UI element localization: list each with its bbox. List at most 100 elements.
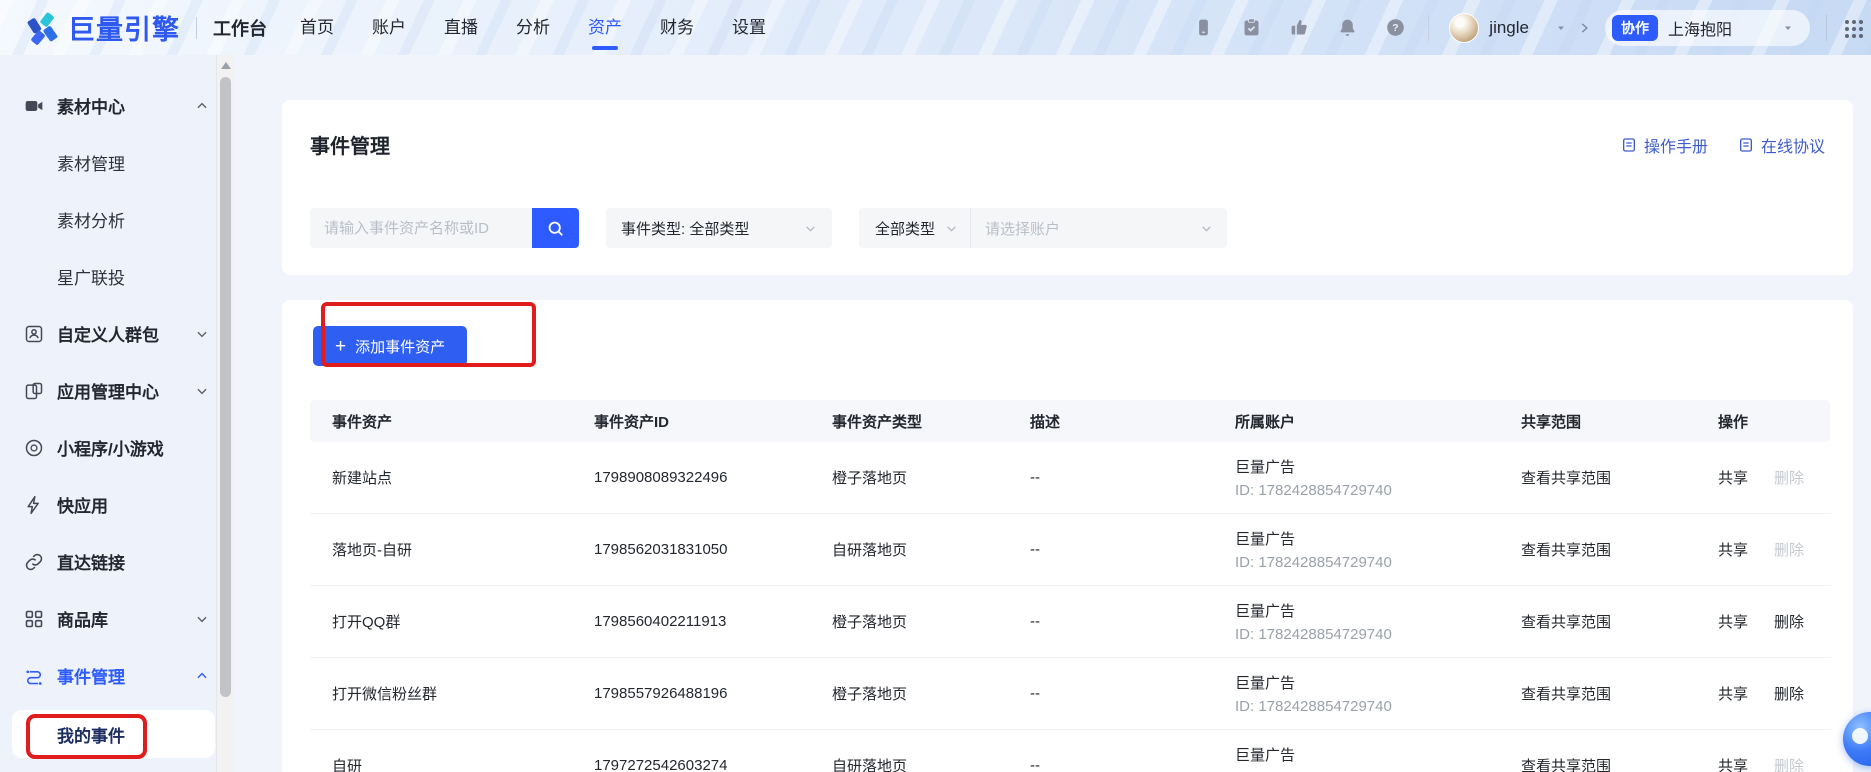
sidebar-item-custom-audience[interactable]: 自定义人群包: [0, 305, 233, 362]
sidebar-item-material-analysis[interactable]: 素材分析: [0, 191, 233, 248]
mobile-icon[interactable]: [1193, 17, 1214, 38]
table-body: 新建站点1798908089322496橙子落地页--巨量广告ID: 17824…: [310, 442, 1830, 772]
share-action[interactable]: 共享: [1718, 539, 1748, 560]
user-menu[interactable]: jingle: [1449, 13, 1567, 43]
sidebar: 素材中心 素材管理 素材分析 星广联投 自定义人群包 应用管理中心 小程序/小游…: [0, 55, 233, 772]
sidebar-item-product-library[interactable]: 商品库: [0, 590, 233, 647]
top-navbar: 巨量引擎 工作台 首页 账户 直播 分析 资产 财务 设置 ? jingle 协…: [0, 0, 1871, 55]
view-share-scope-link[interactable]: 查看共享范围: [1499, 755, 1696, 772]
table-row: 打开QQ群1798560402211913橙子落地页--巨量广告ID: 1782…: [310, 586, 1830, 658]
nav-item-settings[interactable]: 设置: [713, 0, 785, 55]
cell-event-asset-id: 1797272542603274: [572, 757, 810, 772]
col-owner-account: 所属账户: [1213, 411, 1499, 432]
search-input[interactable]: [310, 208, 532, 248]
cell-description: --: [1008, 757, 1213, 772]
share-action[interactable]: 共享: [1718, 755, 1748, 772]
event-type-dropdown[interactable]: 事件类型: 全部类型: [606, 208, 832, 248]
delete-action[interactable]: 删除: [1774, 611, 1804, 632]
view-share-scope-link[interactable]: 查看共享范围: [1499, 467, 1696, 488]
share-action[interactable]: 共享: [1718, 467, 1748, 488]
cell-event-asset-id: 1798557926488196: [572, 685, 810, 702]
delete-action: 删除: [1774, 467, 1804, 488]
search-icon: [546, 219, 565, 238]
cell-actions: 共享 删除: [1696, 539, 1830, 560]
cell-owner-account: 巨量广告ID: 1782428854729740: [1213, 744, 1499, 772]
page-header-card: 事件管理 操作手册 在线协议 事件类型: 全部类型 全部类型: [282, 100, 1853, 275]
cell-owner-account: 巨量广告ID: 1782428854729740: [1213, 672, 1499, 715]
page-title: 事件管理: [310, 130, 390, 159]
logo-wordmark[interactable]: 巨量引擎: [68, 8, 180, 47]
document-icon: [1738, 137, 1754, 153]
col-event-asset-type: 事件资产类型: [810, 411, 1008, 432]
task-clipboard-icon[interactable]: [1241, 17, 1262, 38]
view-share-scope-link[interactable]: 查看共享范围: [1499, 539, 1696, 560]
cell-description: --: [1008, 469, 1213, 486]
share-action[interactable]: 共享: [1718, 683, 1748, 704]
table-row: 落地页-自研1798562031831050自研落地页--巨量广告ID: 178…: [310, 514, 1830, 586]
chevron-up-icon: [195, 669, 209, 683]
cell-event-asset-id: 1798560402211913: [572, 613, 810, 630]
nav-item-live[interactable]: 直播: [425, 0, 497, 55]
account-id: ID: 1782428854729740: [1235, 698, 1499, 715]
link-icon: [24, 552, 44, 572]
cell-owner-account: 巨量广告ID: 1782428854729740: [1213, 528, 1499, 571]
view-share-scope-link[interactable]: 查看共享范围: [1499, 683, 1696, 704]
nav-item-finance[interactable]: 财务: [641, 0, 713, 55]
search-button[interactable]: [532, 208, 579, 248]
forward-chevron-icon[interactable]: [1577, 21, 1591, 35]
cell-description: --: [1008, 685, 1213, 702]
manual-link[interactable]: 操作手册: [1621, 133, 1708, 157]
cell-actions: 共享 删除: [1696, 467, 1830, 488]
help-icon[interactable]: ?: [1385, 17, 1406, 38]
scrollbar-thumb[interactable]: [220, 77, 231, 697]
sidebar-item-material-center[interactable]: 素材中心: [0, 77, 233, 134]
lightning-icon: [24, 495, 44, 515]
table-row: 新建站点1798908089322496橙子落地页--巨量广告ID: 17824…: [310, 442, 1830, 514]
route-icon: [24, 666, 44, 686]
search-box: [310, 208, 579, 248]
sidebar-scrollbar[interactable]: [216, 55, 233, 772]
apps-grid-icon[interactable]: [1843, 18, 1863, 38]
chevron-down-icon: [945, 222, 958, 235]
sidebar-item-my-events[interactable]: 我的事件: [12, 710, 215, 758]
org-selector[interactable]: 协作 上海抱阳: [1605, 10, 1810, 46]
view-share-scope-link[interactable]: 查看共享范围: [1499, 611, 1696, 632]
app-window-icon: [24, 381, 44, 401]
sidebar-item-quick-app[interactable]: 快应用: [0, 476, 233, 533]
chevron-down-icon: [804, 222, 817, 235]
sidebar-item-star-ad[interactable]: 星广联投: [0, 248, 233, 305]
feedback-thumb-icon[interactable]: [1289, 17, 1310, 38]
cell-owner-account: 巨量广告ID: 1782428854729740: [1213, 456, 1499, 499]
sidebar-item-app-center[interactable]: 应用管理中心: [0, 362, 233, 419]
col-actions: 操作: [1696, 411, 1830, 432]
chevron-down-icon: [1782, 22, 1794, 34]
delete-action: 删除: [1774, 539, 1804, 560]
sidebar-item-mini-program[interactable]: 小程序/小游戏: [0, 419, 233, 476]
cell-event-asset-name: 新建站点: [310, 467, 572, 488]
nav-item-assets[interactable]: 资产: [569, 0, 641, 55]
sidebar-item-event-manage[interactable]: 事件管理: [0, 647, 233, 704]
account-select-dropdown[interactable]: 请选择账户: [971, 208, 1227, 248]
cell-event-asset-type: 橙子落地页: [810, 611, 1008, 632]
scope-type-dropdown[interactable]: 全部类型: [859, 208, 970, 248]
svg-text:?: ?: [1393, 22, 1399, 34]
notification-bell-icon[interactable]: [1337, 17, 1358, 38]
cell-event-asset-name: 打开微信粉丝群: [310, 683, 572, 704]
sidebar-item-material-manage[interactable]: 素材管理: [0, 134, 233, 191]
nav-item-home[interactable]: 首页: [281, 0, 353, 55]
delete-action[interactable]: 删除: [1774, 683, 1804, 704]
ocean-engine-logo-icon[interactable]: [24, 10, 60, 46]
sidebar-item-direct-link[interactable]: 直达链接: [0, 533, 233, 590]
scrollbar-up-arrow[interactable]: [221, 62, 231, 69]
workspace-menu[interactable]: 工作台: [213, 15, 267, 41]
user-avatar[interactable]: [1449, 13, 1479, 43]
add-event-asset-button[interactable]: + 添加事件资产: [313, 326, 467, 366]
nav-item-account[interactable]: 账户: [353, 0, 425, 55]
account-name: 巨量广告: [1235, 600, 1499, 621]
cell-event-asset-type: 自研落地页: [810, 539, 1008, 560]
nav-divider: [196, 17, 197, 39]
nav-item-analysis[interactable]: 分析: [497, 0, 569, 55]
share-action[interactable]: 共享: [1718, 611, 1748, 632]
agreement-link[interactable]: 在线协议: [1738, 133, 1825, 157]
account-name: 巨量广告: [1235, 456, 1499, 477]
